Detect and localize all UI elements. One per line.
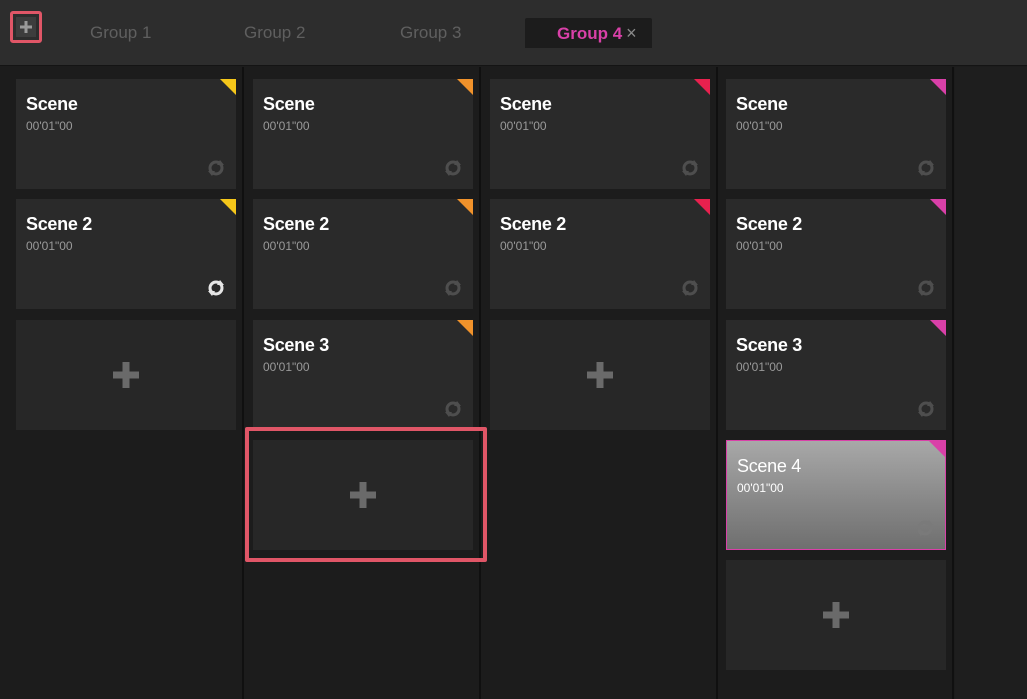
loop-icon[interactable] bbox=[681, 159, 699, 177]
color-tag bbox=[930, 199, 946, 215]
color-tag bbox=[694, 199, 710, 215]
color-tag bbox=[457, 320, 473, 336]
loop-icon[interactable] bbox=[444, 159, 462, 177]
scene-tile[interactable]: Scene 00'01"00 bbox=[16, 79, 236, 189]
add-scene-button[interactable] bbox=[726, 560, 946, 670]
loop-icon[interactable] bbox=[917, 159, 935, 177]
close-icon[interactable]: × bbox=[626, 23, 637, 43]
loop-icon[interactable] bbox=[681, 279, 699, 297]
scene-name: Scene 3 bbox=[263, 335, 329, 355]
scene-tile[interactable]: Scene 2 00'01"00 bbox=[490, 199, 710, 309]
add-scene-button[interactable] bbox=[490, 320, 710, 430]
scene-name: Scene bbox=[263, 94, 315, 114]
loop-icon[interactable] bbox=[917, 279, 935, 297]
scene-name: Scene 2 bbox=[736, 214, 802, 234]
loop-icon[interactable] bbox=[444, 400, 462, 418]
color-tag bbox=[220, 199, 236, 215]
scene-tile[interactable]: Scene 00'01"00 bbox=[726, 79, 946, 189]
color-tag bbox=[220, 79, 236, 95]
scene-duration: 00'01"00 bbox=[263, 360, 310, 374]
scene-name: Scene 3 bbox=[736, 335, 802, 355]
color-tag bbox=[457, 199, 473, 215]
scene-tile[interactable]: Scene 3 00'01"00 bbox=[726, 320, 946, 430]
scene-duration: 00'01"00 bbox=[736, 360, 783, 374]
color-tag bbox=[929, 441, 945, 457]
add-scene-button[interactable] bbox=[253, 440, 473, 550]
color-tag bbox=[930, 79, 946, 95]
scene-duration: 00'01"00 bbox=[26, 119, 73, 133]
scene-duration: 00'01"00 bbox=[500, 239, 547, 253]
loop-icon[interactable] bbox=[207, 159, 225, 177]
scene-duration: 00'01"00 bbox=[263, 119, 310, 133]
scene-name: Scene 2 bbox=[26, 214, 92, 234]
empty-area bbox=[955, 67, 1027, 699]
scene-tile[interactable]: Scene 3 00'01"00 bbox=[253, 320, 473, 430]
loop-icon[interactable] bbox=[207, 279, 225, 297]
scene-tile[interactable]: Scene 2 00'01"00 bbox=[726, 199, 946, 309]
scene-tile[interactable]: Scene 2 00'01"00 bbox=[253, 199, 473, 309]
add-scene-button[interactable] bbox=[16, 320, 236, 430]
tab-group-3[interactable]: Group 3 bbox=[400, 18, 461, 48]
plus-icon bbox=[113, 362, 139, 388]
scene-duration: 00'01"00 bbox=[737, 481, 784, 495]
plus-icon bbox=[350, 482, 376, 508]
plus-icon bbox=[823, 602, 849, 628]
add-group-button[interactable] bbox=[16, 17, 36, 37]
tab-group-4[interactable]: Group 4 × bbox=[525, 18, 652, 48]
scene-name: Scene bbox=[736, 94, 788, 114]
scene-name: Scene bbox=[26, 94, 78, 114]
tab-bar: Group 1 Group 2 Group 3 Group 4 × bbox=[0, 0, 1027, 66]
plus-icon bbox=[587, 362, 613, 388]
scene-tile[interactable]: Scene 00'01"00 bbox=[253, 79, 473, 189]
scene-tile[interactable]: Scene 2 00'01"00 bbox=[16, 199, 236, 309]
scene-duration: 00'01"00 bbox=[736, 239, 783, 253]
scene-name: Scene bbox=[500, 94, 552, 114]
scene-tile-selected[interactable]: Scene 4 00'01"00 bbox=[726, 440, 946, 550]
tab-group-2[interactable]: Group 2 bbox=[244, 18, 305, 48]
loop-icon[interactable] bbox=[444, 279, 462, 297]
loop-icon[interactable] bbox=[917, 400, 935, 418]
scene-name: Scene 4 bbox=[737, 456, 801, 476]
scene-name: Scene 2 bbox=[263, 214, 329, 234]
loop-icon[interactable] bbox=[916, 519, 934, 537]
color-tag bbox=[694, 79, 710, 95]
color-tag bbox=[930, 320, 946, 336]
scene-duration: 00'01"00 bbox=[736, 119, 783, 133]
plus-icon bbox=[20, 21, 32, 33]
color-tag bbox=[457, 79, 473, 95]
scene-duration: 00'01"00 bbox=[263, 239, 310, 253]
scene-tile[interactable]: Scene 00'01"00 bbox=[490, 79, 710, 189]
tab-group-1[interactable]: Group 1 bbox=[90, 18, 151, 48]
scene-duration: 00'01"00 bbox=[500, 119, 547, 133]
scene-duration: 00'01"00 bbox=[26, 239, 73, 253]
scene-name: Scene 2 bbox=[500, 214, 566, 234]
